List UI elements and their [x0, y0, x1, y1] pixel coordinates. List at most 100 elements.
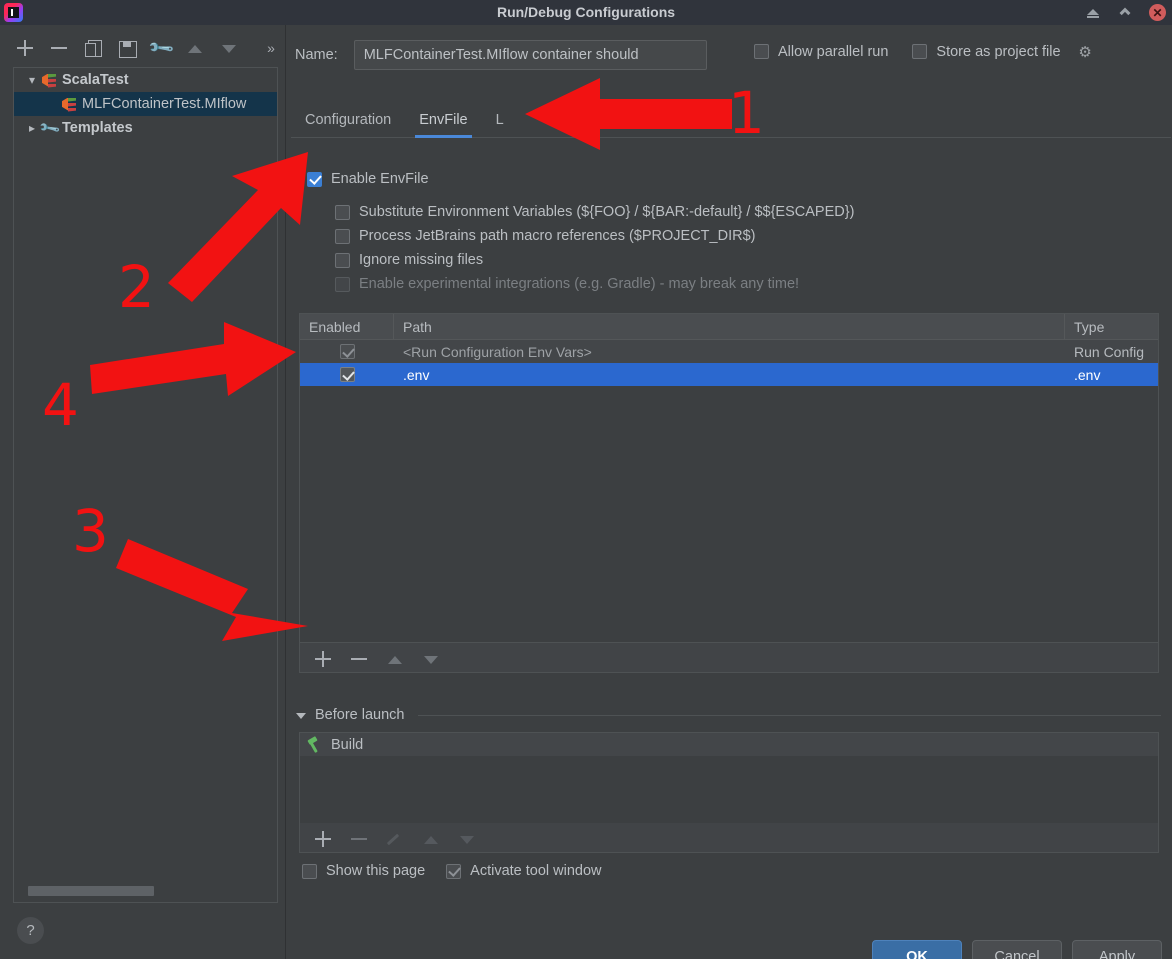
- tree-horizontal-scrollbar[interactable]: [28, 886, 154, 896]
- tree-item-label: ScalaTest: [62, 72, 129, 88]
- move-task-down-button: [456, 828, 476, 848]
- add-before-launch-task-button[interactable]: [312, 828, 332, 848]
- close-icon[interactable]: ✕: [1149, 4, 1166, 21]
- footer-buttons: OK Cancel Apply: [872, 940, 1162, 959]
- checkbox-label: Process JetBrains path macro references …: [359, 228, 756, 244]
- checkbox-box[interactable]: [754, 44, 769, 59]
- pencil-icon: [384, 828, 404, 848]
- help-button[interactable]: ?: [17, 917, 44, 944]
- wrench-icon[interactable]: 🔧: [146, 33, 177, 64]
- list-item[interactable]: Build: [300, 733, 1158, 756]
- save-configuration-button[interactable]: [116, 37, 138, 59]
- tree-item-templates[interactable]: ▸ 🔧 Templates: [14, 116, 277, 140]
- move-down-button[interactable]: [218, 37, 240, 59]
- row-path-cell: <Run Configuration Env Vars>: [403, 343, 592, 360]
- move-task-up-button: [420, 828, 440, 848]
- envfile-sub-options: Substitute Environment Variables (${FOO}…: [335, 204, 854, 292]
- tree-item-mlfcontainertest[interactable]: MLFContainerTest.MIflow: [14, 92, 277, 116]
- chevron-double-right-icon[interactable]: »: [260, 37, 282, 59]
- experimental-integrations-checkbox: Enable experimental integrations (e.g. G…: [335, 276, 854, 292]
- before-launch-header: Before launch: [296, 705, 1161, 725]
- copy-configuration-button[interactable]: [82, 37, 104, 59]
- substitute-env-vars-checkbox[interactable]: Substitute Environment Variables (${FOO}…: [335, 204, 854, 220]
- top-options-row: Allow parallel run Store as project file…: [754, 43, 1094, 61]
- before-launch-task-list[interactable]: Build: [299, 732, 1159, 824]
- checkbox-box[interactable]: [335, 228, 350, 244]
- configurations-tree[interactable]: ▾ ScalaTest MLFContainerTest.MIflow ▸ 🔧 …: [13, 67, 278, 903]
- name-label: Name:: [295, 47, 338, 63]
- checkbox-label: Activate tool window: [470, 863, 602, 879]
- apply-button[interactable]: Apply: [1072, 940, 1162, 959]
- env-files-table-toolbar: [299, 643, 1159, 673]
- checkbox-box[interactable]: [307, 171, 322, 187]
- annotation-number-3: 3: [72, 497, 109, 565]
- cancel-button[interactable]: Cancel: [972, 940, 1062, 959]
- tab-configuration[interactable]: Configuration: [291, 112, 405, 137]
- maximize-icon[interactable]: [1117, 5, 1133, 21]
- checkbox-label: Show this page: [326, 863, 426, 879]
- checkbox-box[interactable]: [446, 863, 462, 879]
- env-files-table[interactable]: Enabled Path Type <Run Configuration Env…: [299, 313, 1159, 643]
- configuration-name-input[interactable]: [353, 40, 707, 70]
- annotation-number-2: 2: [118, 253, 155, 321]
- row-type-cell: .env: [1074, 366, 1101, 383]
- checkbox-label: Enable experimental integrations (e.g. G…: [359, 276, 800, 292]
- window-controls: ✕: [1085, 0, 1166, 25]
- dialog-footer: OK Cancel Apply: [286, 930, 1172, 959]
- checkbox-box[interactable]: [912, 44, 928, 59]
- row-type-cell: Run Config: [1074, 343, 1145, 360]
- chevron-down-icon[interactable]: ▾: [22, 73, 42, 87]
- row-path-cell: .env: [403, 366, 430, 383]
- column-header-enabled[interactable]: Enabled: [300, 314, 394, 339]
- gear-icon[interactable]: ⚙: [1077, 43, 1094, 61]
- tab-envfile[interactable]: EnvFile: [405, 112, 481, 138]
- checkbox-box[interactable]: [335, 252, 350, 268]
- checkbox-box[interactable]: [302, 863, 317, 879]
- move-env-file-down-button[interactable]: [420, 648, 440, 668]
- tree-item-label: MLFContainerTest.MIflow: [82, 96, 247, 112]
- row-enabled-cell[interactable]: [300, 363, 394, 386]
- configurations-toolbar: 🔧 »: [0, 32, 285, 64]
- row-enabled-cell[interactable]: [300, 340, 394, 363]
- row-checkbox: [339, 344, 355, 359]
- annotation-number-1: 1: [728, 79, 765, 147]
- activate-tool-window-checkbox[interactable]: Activate tool window: [446, 863, 602, 879]
- section-divider: [418, 714, 1161, 716]
- tree-item-label: Templates: [62, 120, 133, 136]
- remove-configuration-button[interactable]: [48, 37, 70, 59]
- tree-item-scalatest[interactable]: ▾ ScalaTest: [14, 68, 277, 92]
- checkbox-label: Enable EnvFile: [331, 171, 429, 187]
- checkbox-label: Allow parallel run: [778, 43, 889, 60]
- allow-parallel-run-checkbox[interactable]: Allow parallel run: [754, 44, 888, 60]
- ok-button[interactable]: OK: [872, 940, 962, 959]
- chevron-down-icon[interactable]: [296, 710, 307, 721]
- column-header-type[interactable]: Type: [1065, 314, 1158, 339]
- minimize-icon[interactable]: [1085, 5, 1101, 21]
- move-up-button[interactable]: [184, 37, 206, 59]
- table-row[interactable]: .env .env: [300, 363, 1158, 386]
- task-label: Build: [331, 736, 364, 753]
- checkbox-box[interactable]: [335, 204, 350, 220]
- move-env-file-up-button[interactable]: [384, 648, 404, 668]
- checkbox-label: Ignore missing files: [359, 252, 484, 268]
- bottom-options-row: Show this page Activate tool window: [302, 863, 602, 879]
- configuration-editor-panel: Name: Allow parallel run Store as projec…: [286, 25, 1172, 959]
- show-this-page-checkbox[interactable]: Show this page: [302, 863, 425, 879]
- scala-icon: [62, 97, 77, 112]
- row-checkbox[interactable]: [339, 367, 355, 382]
- add-configuration-button[interactable]: [14, 37, 36, 59]
- remove-env-file-button[interactable]: [348, 648, 368, 668]
- store-as-project-file-checkbox[interactable]: Store as project file ⚙: [912, 43, 1094, 61]
- checkbox-box: [335, 276, 350, 292]
- title-bar: Run/Debug Configurations ✕: [0, 0, 1172, 25]
- tab-logs[interactable]: L: [482, 112, 518, 137]
- run-debug-configurations-dialog: Run/Debug Configurations ✕ 🔧 » ▾ ScalaTe…: [0, 0, 1172, 959]
- process-path-macros-checkbox[interactable]: Process JetBrains path macro references …: [335, 228, 854, 244]
- remove-before-launch-task-button: [348, 828, 368, 848]
- table-row[interactable]: <Run Configuration Env Vars> Run Config: [300, 340, 1158, 363]
- column-header-path[interactable]: Path: [394, 314, 1065, 339]
- annotation-number-4: 4: [42, 371, 79, 439]
- add-env-file-button[interactable]: [312, 648, 332, 668]
- enable-envfile-checkbox[interactable]: Enable EnvFile: [307, 171, 429, 187]
- ignore-missing-files-checkbox[interactable]: Ignore missing files: [335, 252, 854, 268]
